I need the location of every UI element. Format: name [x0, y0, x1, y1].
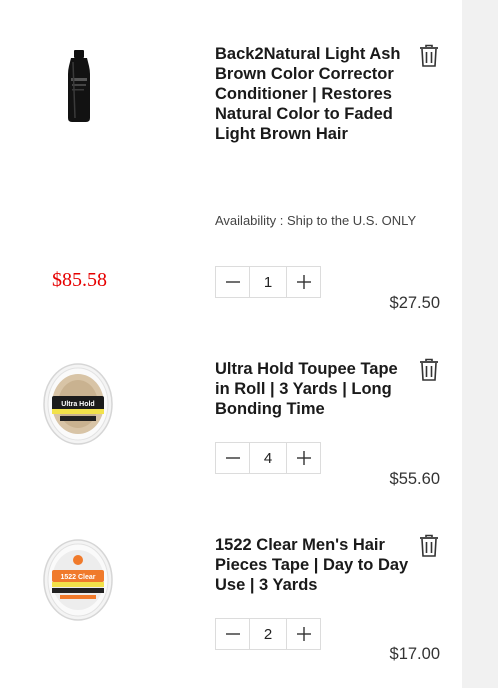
quantity-stepper — [215, 618, 321, 650]
product-title[interactable]: 1522 Clear Men's Hair Pieces Tape | Day … — [215, 535, 410, 595]
cart-item: 1522 Clear 1522 Clear Men's Hair Pieces … — [0, 0, 462, 688]
item-price: $17.00 — [389, 645, 440, 663]
product-image[interactable]: 1522 Clear — [30, 532, 126, 628]
decrease-quantity-button[interactable] — [216, 619, 250, 649]
minus-icon — [225, 633, 240, 635]
increase-quantity-button[interactable] — [286, 619, 320, 649]
plus-icon — [296, 627, 311, 641]
scrollbar-track[interactable] — [462, 0, 498, 688]
trash-icon[interactable] — [418, 534, 440, 558]
tape-label-text: 1522 Clear — [60, 574, 95, 581]
1522-clear-tape-roll-image: 1522 Clear — [30, 532, 126, 628]
quantity-input[interactable] — [250, 619, 286, 649]
